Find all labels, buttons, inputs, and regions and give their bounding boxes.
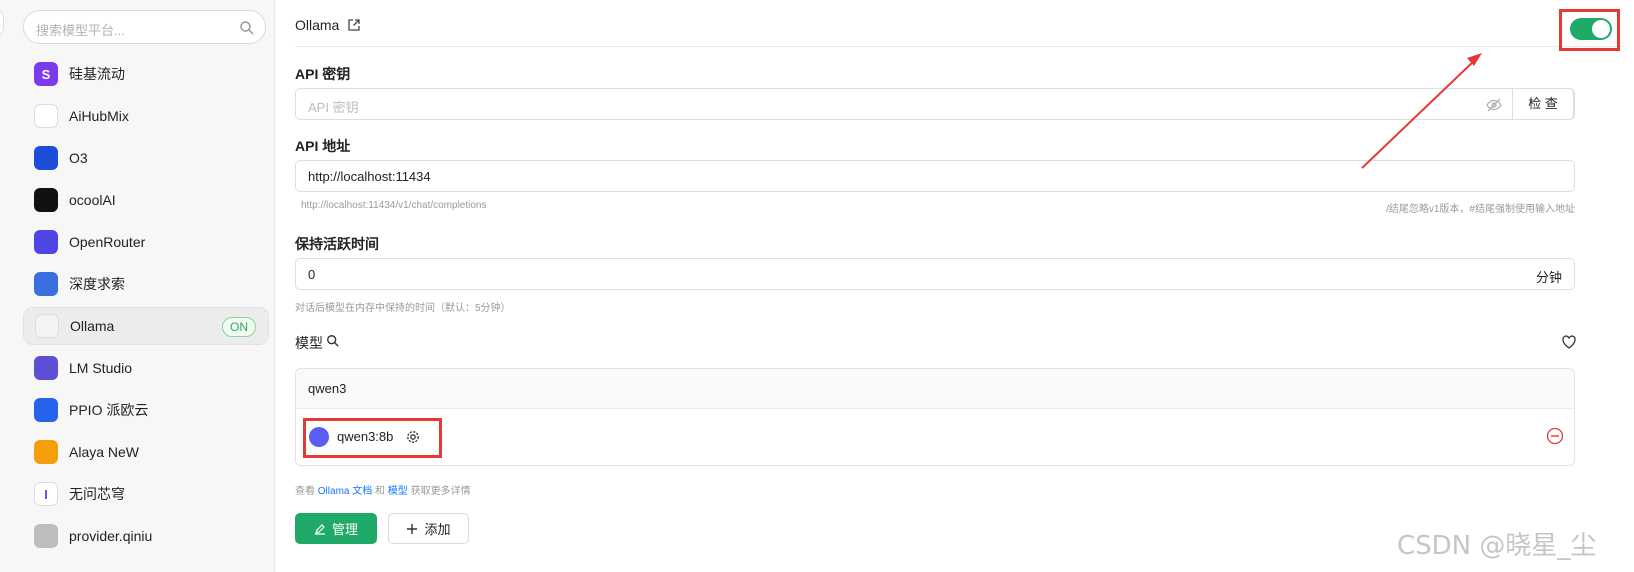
heart-icon[interactable] <box>1561 334 1577 350</box>
alaya-logo-icon <box>34 440 58 464</box>
external-link-icon[interactable] <box>347 18 361 32</box>
provider-name: PPIO 派欧云 <box>69 402 149 418</box>
api-url-field[interactable]: http://localhost:11434 <box>295 160 1575 192</box>
model-list: qwen3 qwen3:8b <box>295 368 1575 466</box>
more-info-and: 和 <box>375 486 386 497</box>
infini-logo-icon: I <box>34 482 58 506</box>
qiniu-logo-icon <box>34 524 58 548</box>
sidebar-item-provider[interactable]: 深度求索 <box>23 265 269 303</box>
ollama-logo-icon <box>35 314 59 338</box>
search-placeholder: 搜索模型平台... <box>36 23 125 38</box>
ollama-docs-link[interactable]: Ollama 文档 <box>318 486 372 497</box>
provider-list: S 硅基流动 AiHubMix O3 ocoolAI OpenRouter 深度求索 Olla… <box>23 55 269 559</box>
sidebar-item-provider[interactable]: I 无问芯穹 <box>23 475 269 513</box>
provider-name: 无问芯穹 <box>69 486 125 502</box>
keep-alive-hint: 对话后模型在内存中保持的时间（默认：5分钟） <box>295 303 511 314</box>
sidebar-item-provider[interactable]: O3 <box>23 139 269 177</box>
sidebar-item-provider[interactable]: OpenRouter <box>23 223 269 261</box>
deepseek-logo-icon <box>34 272 58 296</box>
api-key-placeholder: API 密钥 <box>308 100 359 115</box>
api-url-value: http://localhost:11434 <box>308 169 431 184</box>
model-group-header[interactable]: qwen3 <box>296 369 1574 409</box>
models-label: 模型 <box>295 335 323 351</box>
provider-enable-toggle[interactable] <box>1570 18 1612 40</box>
add-model-button[interactable]: 添加 <box>388 513 469 544</box>
toggle-knob <box>1592 20 1610 38</box>
eye-off-icon[interactable] <box>1486 97 1502 113</box>
api-key-field[interactable]: API 密钥 检 查 <box>295 88 1575 120</box>
manage-label: 管理 <box>331 522 358 537</box>
model-name: qwen3:8b <box>337 429 394 444</box>
sidebar-item-provider[interactable]: Alaya NeW <box>23 433 269 471</box>
more-info-suffix: 获取更多详情 <box>410 486 471 497</box>
api-url-label: API 地址 <box>295 138 351 154</box>
provider-settings-panel: Ollama API 密钥 API 密钥 检 查 API 地址 http://l… <box>276 0 1634 572</box>
provider-name: O3 <box>69 150 88 166</box>
openrouter-logo-icon <box>34 230 58 254</box>
window-edge <box>0 0 8 572</box>
plus-icon <box>407 523 418 534</box>
more-info-prefix: 查看 <box>295 486 315 497</box>
model-search-icon[interactable] <box>326 334 340 348</box>
collapse-handle[interactable] <box>0 10 4 36</box>
keep-alive-unit: 分钟 <box>1535 270 1562 285</box>
search-icon <box>240 21 254 35</box>
sidebar-item-provider[interactable]: S 硅基流动 <box>23 55 269 93</box>
api-url-preview: http://localhost:11434/v1/chat/completio… <box>301 200 487 211</box>
sidebar-item-provider[interactable]: provider.qiniu <box>23 517 269 555</box>
status-badge: ON <box>222 317 256 337</box>
provider-name: OpenRouter <box>69 234 146 250</box>
check-api-key-button[interactable]: 检 查 <box>1512 88 1574 120</box>
more-info-text: 查看 Ollama 文档 和 模型 获取更多详情 <box>295 482 471 497</box>
provider-name: provider.qiniu <box>69 528 153 544</box>
provider-search-input[interactable]: 搜索模型平台... <box>23 10 266 44</box>
keep-alive-label: 保持活跃时间 <box>295 236 379 252</box>
provider-title: Ollama <box>295 17 340 33</box>
ocoolai-logo-icon <box>34 188 58 212</box>
provider-name: 深度求索 <box>69 276 125 292</box>
ppio-logo-icon <box>34 398 58 422</box>
manage-models-button[interactable]: 管理 <box>295 513 377 544</box>
api-url-hint: /结尾忽略v1版本，#结尾强制使用输入地址 <box>1386 204 1575 215</box>
sidebar-item-provider[interactable]: Ollama ON <box>23 307 269 345</box>
keep-alive-field[interactable]: 0 分钟 <box>295 258 1575 290</box>
sidebar-item-provider[interactable]: ocoolAI <box>23 181 269 219</box>
enable-toggle-highlight <box>1559 9 1620 51</box>
sidebar-item-provider[interactable]: LM Studio <box>23 349 269 387</box>
provider-name: 硅基流动 <box>69 66 125 82</box>
model-item[interactable]: qwen3:8b <box>296 409 1574 465</box>
lm-studio-logo-icon <box>34 356 58 380</box>
remove-model-icon[interactable] <box>1546 427 1564 445</box>
provider-name: LM Studio <box>69 360 133 376</box>
provider-name: AiHubMix <box>69 108 129 124</box>
api-key-label: API 密钥 <box>295 66 351 82</box>
models-link[interactable]: 模型 <box>388 486 408 497</box>
add-label: 添加 <box>424 522 451 537</box>
qwen-logo-icon <box>309 427 329 447</box>
provider-sidebar: 搜索模型平台... S 硅基流动 AiHubMix O3 ocoolAI OpenRout… <box>8 0 275 572</box>
silicon-flow-logo-icon: S <box>34 62 58 86</box>
gear-icon[interactable] <box>405 429 421 445</box>
keep-alive-value: 0 <box>308 267 316 282</box>
provider-header: Ollama <box>295 0 1625 47</box>
aihubmix-logo-icon <box>34 104 58 128</box>
sidebar-item-provider[interactable]: AiHubMix <box>23 97 269 135</box>
provider-name: Alaya NeW <box>69 444 140 460</box>
model-group-name: qwen3 <box>308 381 347 396</box>
pencil-icon <box>314 523 325 535</box>
provider-name: Ollama <box>70 318 115 334</box>
provider-name: ocoolAI <box>69 192 116 208</box>
o3-logo-icon <box>34 146 58 170</box>
sidebar-item-provider[interactable]: PPIO 派欧云 <box>23 391 269 429</box>
watermark: CSDN @晓星_尘 <box>1397 531 1597 561</box>
